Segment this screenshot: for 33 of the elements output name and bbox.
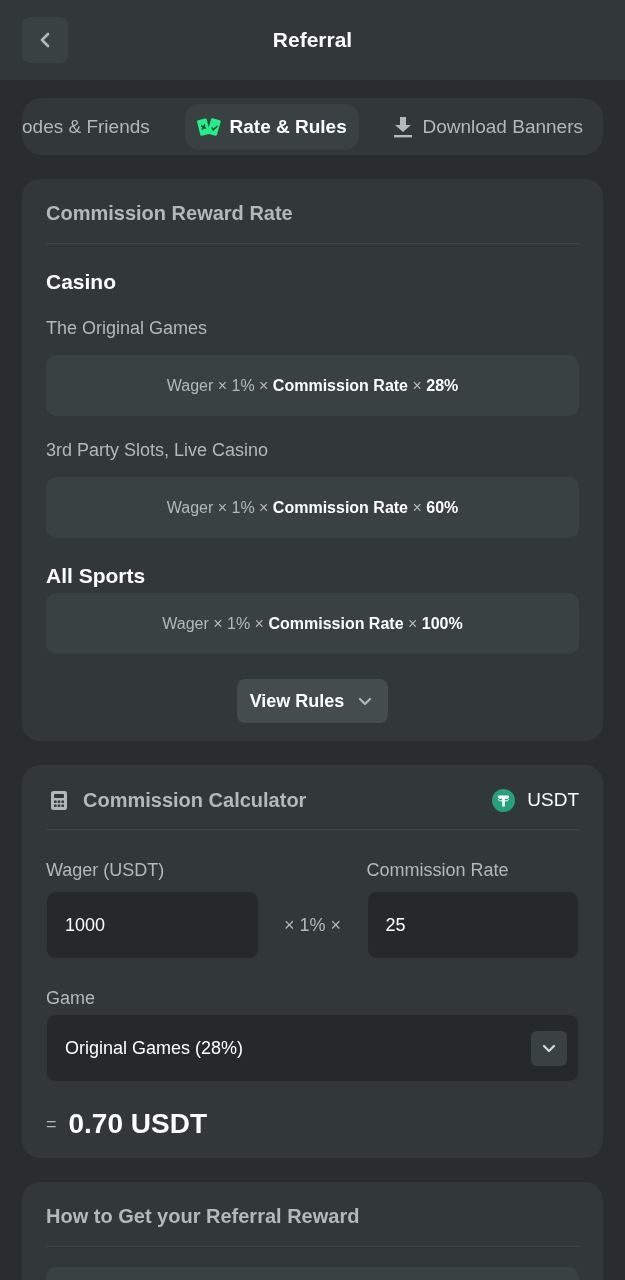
card-title: Commission Reward Rate [46,201,294,225]
coin-icon [492,788,516,812]
tab[interactable]: Rate & Rules [184,103,359,150]
card-title: Commission Calculator [83,788,307,812]
tab[interactable]: odes & Friends [22,103,162,150]
currency-label: USDT [527,789,579,811]
page-title: Referral [272,28,353,52]
wager-input[interactable]: 1000 [46,891,259,959]
commission-rate-input[interactable]: 25 [366,891,579,959]
multiplier-text: × 1% × [282,913,342,937]
tickets-icon [196,116,221,137]
back-button[interactable] [22,17,68,63]
chevron-down-icon [531,1030,567,1066]
formula-box: Wager × 1% × Commission Rate × 60% [46,477,579,538]
field-label: Game [46,988,97,1008]
field-label: Wager (USDT) [46,860,166,880]
game-select[interactable]: Original Games (28%) [46,1014,579,1082]
equals-sign: = [46,1113,57,1135]
calculator-icon [51,790,67,810]
section-heading: All Sports [46,564,147,588]
game-category-label: 3rd Party Slots, Live Casino [46,439,270,461]
tab[interactable]: Download Banners [381,103,595,150]
view-rules-button[interactable]: View Rules [236,679,389,723]
chevron-left-icon [40,32,50,48]
formula-box: Wager × 1% × Commission Rate × 28% [46,355,579,416]
formula-box: Wager × 1% × Commission Rate × 100% [46,593,579,654]
chevron-down-icon [358,696,373,706]
section-heading: Casino [46,270,117,294]
field-label: Commission Rate [366,860,510,880]
download-icon [393,115,414,138]
result-amount: 0.70 USDT [68,1108,207,1140]
game-category-label: The Original Games [46,317,209,339]
card-title: How to Get your Referral Reward [46,1204,361,1228]
